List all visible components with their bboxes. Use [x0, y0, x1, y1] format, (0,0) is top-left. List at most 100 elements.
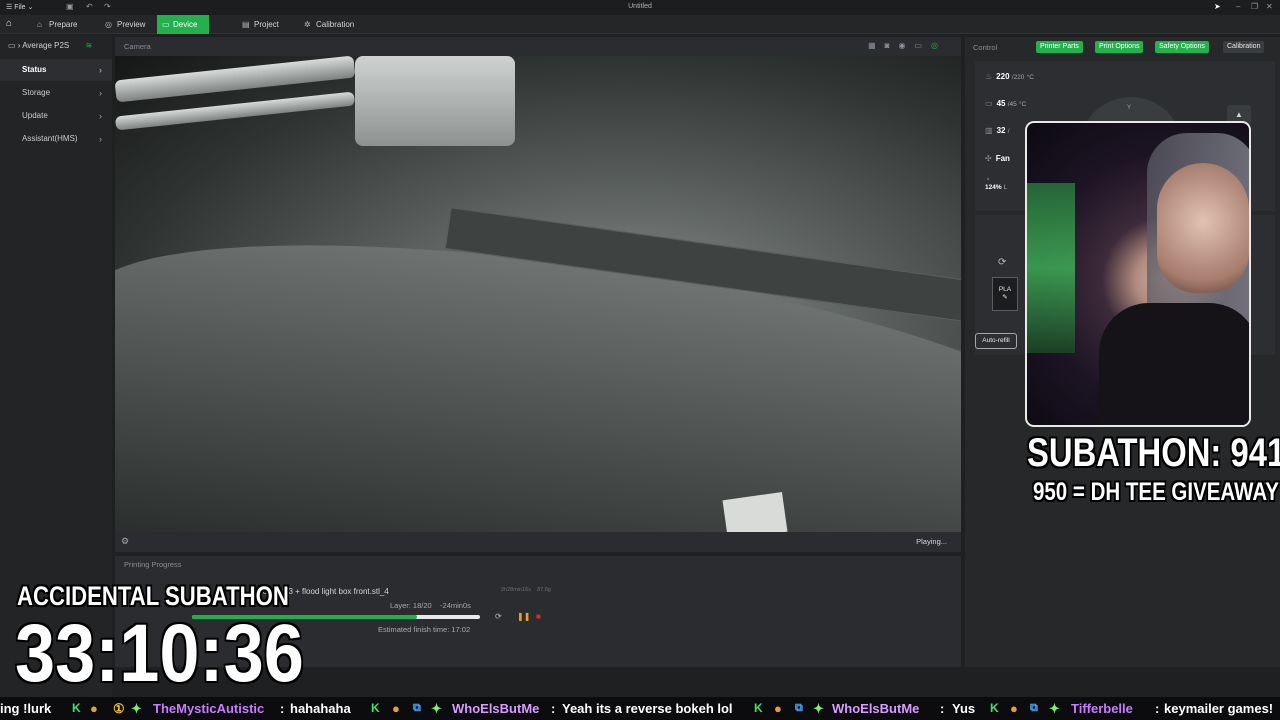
bed-temp-target: /45 [1007, 101, 1017, 108]
layer-info: Layer: 18/20 -24min0s [390, 601, 471, 610]
chat-colon: : [940, 701, 945, 716]
chat-colon: : [280, 701, 285, 716]
toolhead [355, 56, 515, 146]
tab-calibration[interactable]: ✲ Calibration [302, 15, 354, 34]
giveaway-text: 950 = DH TEE GIVEAWAY [1033, 478, 1279, 506]
pause-icon[interactable]: ❚❚ [517, 612, 530, 621]
chevron-right-icon: › [99, 111, 102, 121]
chat-message: keymailer games! [1164, 701, 1274, 716]
sidebar-item-label: Update [22, 111, 48, 120]
filament-slot[interactable]: PLA ✎ [992, 277, 1018, 311]
chat-message: hahahaha [290, 701, 351, 716]
timelapse-icon[interactable]: ◉ [898, 41, 914, 50]
kick-icon: K [754, 701, 763, 715]
bed-temp-unit: °C [1018, 101, 1027, 108]
nozzle-temp[interactable]: ♨ 220 /220 °C [985, 72, 1034, 81]
sidebar-item-label: Status [22, 65, 47, 74]
jog-y-label: Y [1127, 105, 1132, 111]
sidebar-item-label: Assistant(HMS) [22, 134, 78, 143]
fan-label: Fan [995, 154, 1010, 163]
refresh-filament-icon[interactable]: ⟳ [998, 257, 1006, 268]
tab-preview[interactable]: ◎ Preview [103, 15, 145, 34]
auto-refill-button[interactable]: Auto-refill [975, 333, 1017, 349]
sparkle-icon: ✦ [131, 701, 142, 716]
tab-prepare-label: Prepare [49, 20, 78, 29]
camera-switch-icon[interactable]: ▭ [914, 41, 931, 50]
verified-icon: ⧉ [795, 702, 803, 714]
verified-icon: ⧉ [413, 702, 421, 714]
streamer-body [1099, 303, 1249, 425]
kick-icon: K [990, 701, 999, 715]
speed-icon: ◔ [985, 175, 990, 184]
project-icon: ▤ [242, 20, 250, 29]
chat-message: Yeah its a reverse bokeh lol [562, 701, 733, 716]
calibration-button[interactable]: Calibration [1223, 41, 1265, 53]
tab-preview-label: Preview [117, 20, 146, 29]
sidebar-item-status[interactable]: Status › [0, 59, 112, 81]
qr-label [722, 492, 788, 532]
tab-device[interactable]: ▭ Device [157, 15, 210, 34]
tab-prepare[interactable]: ⌂ Prepare [35, 15, 77, 34]
print-meta: 2h28min16s 87.8g [501, 587, 551, 593]
sidebar-item-storage[interactable]: Storage › [0, 82, 112, 104]
sparkle-icon: ✦ [813, 701, 824, 716]
badge-icon: ● [774, 701, 782, 716]
bed-temp-value: 45 [996, 99, 1006, 108]
chevron-right-icon: › [99, 134, 102, 144]
chamber-temp-value: 32 [996, 126, 1006, 135]
sidebar-item-label: Storage [22, 88, 51, 97]
sd-card-icon[interactable]: ▦ [868, 41, 885, 50]
camera-feed [115, 56, 961, 532]
print-options-button[interactable]: Print Options [1095, 41, 1144, 53]
minimize-icon[interactable]: – [1236, 2, 1240, 11]
close-icon[interactable]: ✕ [1266, 2, 1273, 11]
stop-icon[interactable]: ■ [536, 612, 541, 621]
tab-calibration-label: Calibration [316, 20, 355, 29]
live-icon[interactable]: ◎ [931, 41, 947, 50]
tab-device-label: Device [173, 20, 198, 29]
print-meta-weight: 87.8g [537, 587, 551, 593]
sidebar-item-assistant[interactable]: Assistant(HMS) › [0, 128, 112, 150]
printer-parts-button[interactable]: Printer Parts [1036, 41, 1083, 53]
fan-control[interactable]: ✣ Fan [985, 154, 1010, 163]
safety-options-button[interactable]: Safety Options [1155, 41, 1209, 53]
cursor-icon: ➤ [1214, 2, 1221, 11]
filament-type: PLA [998, 286, 1012, 293]
badge-icon: ● [90, 701, 98, 716]
window-title: Untitled [628, 3, 652, 10]
bed-icon: ▭ [985, 99, 993, 108]
edit-icon: ✎ [1002, 294, 1008, 301]
accidental-subathon-title: ACCIDENTAL SUBATHON [17, 581, 289, 611]
record-icon[interactable]: ◙ [885, 41, 899, 50]
tab-project-label: Project [254, 20, 279, 29]
kick-icon: K [371, 701, 380, 715]
camera-status: Playing... [916, 537, 947, 546]
chamber-temp[interactable]: ▥ 32 / [985, 126, 1010, 135]
camera-toolbar: ▦◙◉▭◎ [868, 41, 947, 50]
streamer-webcam [1025, 121, 1251, 427]
sidebar-item-update[interactable]: Update › [0, 105, 112, 127]
print-meta-time: 2h28min16s [501, 587, 531, 593]
time-remaining: -24min0s [440, 601, 471, 610]
chat-colon: : [1155, 701, 1160, 716]
chamber-temp-target: / [1007, 128, 1010, 135]
chamber-icon: ▥ [985, 126, 993, 135]
refresh-icon[interactable]: ⟳ [495, 612, 502, 621]
speed-value: 124% [985, 184, 1002, 191]
speed-control[interactable]: ◔ 124% L [985, 175, 1007, 191]
bed-temp[interactable]: ▭ 45 /45 °C [985, 99, 1026, 108]
progress-header: Printing Progress [124, 560, 182, 569]
settings-icon[interactable]: ⚙ [121, 536, 129, 547]
restore-icon[interactable]: ❐ [1251, 2, 1258, 11]
calibration-icon: ✲ [304, 20, 311, 29]
printer-selector[interactable]: ▭ › Average P2S ≋ [8, 41, 92, 50]
verified-icon: ⧉ [1030, 702, 1038, 714]
rgb-light [1027, 183, 1075, 353]
wifi-icon: ≋ [85, 41, 93, 50]
home-icon[interactable]: ⌂ [6, 18, 12, 29]
chat-message: Yus [952, 701, 976, 716]
tab-project[interactable]: ▤ Project [240, 15, 279, 34]
chat-colon: : [551, 701, 556, 716]
kick-icon: K [72, 701, 81, 715]
chat-user: TheMysticAutistic [153, 701, 265, 716]
